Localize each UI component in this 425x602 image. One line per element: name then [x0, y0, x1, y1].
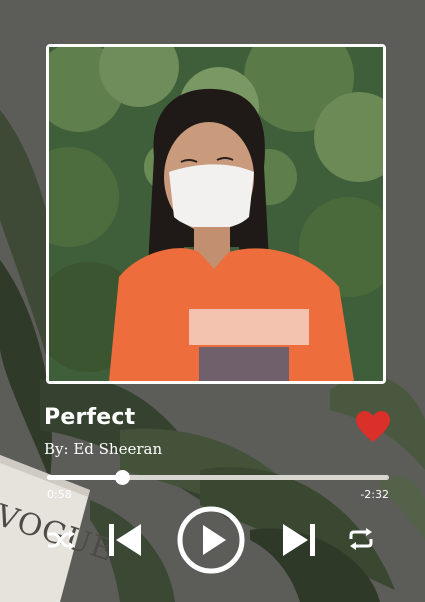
play-button[interactable]	[176, 505, 246, 575]
remaining-time: -2:32	[360, 488, 389, 501]
skip-next-icon[interactable]	[282, 523, 315, 557]
album-cover	[46, 44, 386, 384]
play-icon	[177, 506, 245, 574]
artist-name: By: Ed Sheeran	[44, 440, 163, 458]
progress-bar[interactable]	[47, 470, 389, 485]
elapsed-time: 0:58	[47, 488, 72, 501]
repeat-icon[interactable]	[348, 528, 374, 550]
progress-fill	[47, 475, 123, 480]
shuffle-icon[interactable]	[46, 529, 76, 551]
heart-icon[interactable]	[355, 410, 391, 444]
song-title: Perfect	[44, 405, 136, 430]
skip-previous-icon[interactable]	[109, 523, 142, 557]
